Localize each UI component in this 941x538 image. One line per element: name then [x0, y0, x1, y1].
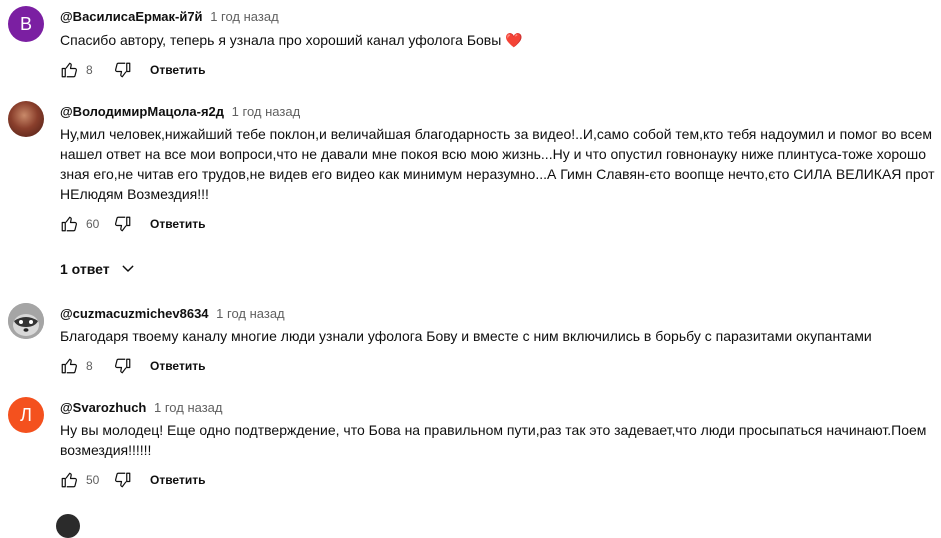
- thumb-up-icon[interactable]: [60, 215, 78, 233]
- thumb-up-icon[interactable]: [60, 357, 78, 375]
- like-count: 60: [86, 217, 100, 231]
- comment-text: Спасибо автору, теперь я узнала про хоро…: [60, 32, 523, 48]
- timestamp[interactable]: 1 год назад: [216, 306, 284, 321]
- author-name[interactable]: @ВолодимирМацола-я2д: [60, 104, 224, 119]
- thumb-down-icon[interactable]: [114, 357, 132, 375]
- like-count: 8: [86, 63, 93, 77]
- avatar-letter: Л: [20, 404, 32, 425]
- thumb-down-icon[interactable]: [114, 471, 132, 489]
- replies-count: 1 ответ: [60, 261, 110, 277]
- comment-toolbar: 60 Ответить: [60, 212, 205, 236]
- reply-button[interactable]: Ответить: [150, 63, 205, 77]
- comment-header: @Svarozhuch 1 год назад: [60, 400, 222, 415]
- comment-text: Ну вы молодец! Еще одно подтверждение, ч…: [60, 422, 927, 458]
- comment-header: @ВасилисаЕрмак-й7й 1 год назад: [60, 9, 279, 24]
- avatar[interactable]: [8, 101, 44, 137]
- author-name[interactable]: @ВасилисаЕрмак-й7й: [60, 9, 203, 24]
- comment-toolbar: 8 Ответить: [60, 354, 205, 378]
- raccoon-avatar-image: [8, 303, 44, 339]
- author-name[interactable]: @Svarozhuch: [60, 400, 146, 415]
- timestamp[interactable]: 1 год назад: [210, 9, 278, 24]
- thumb-down-icon[interactable]: [114, 215, 132, 233]
- comment-header: @cuzmacuzmichev8634 1 год назад: [60, 306, 285, 321]
- comment-toolbar: 50 Ответить: [60, 468, 205, 492]
- like-count: 50: [86, 473, 100, 487]
- avatar[interactable]: В: [8, 6, 44, 42]
- chevron-down-icon: [122, 265, 134, 272]
- reply-button[interactable]: Ответить: [150, 359, 205, 373]
- replies-toggle[interactable]: 1 ответ: [60, 261, 136, 277]
- avatar[interactable]: [8, 303, 44, 339]
- comment-toolbar: 8 Ответить: [60, 58, 205, 82]
- avatar[interactable]: [56, 514, 80, 538]
- author-name[interactable]: @cuzmacuzmichev8634: [60, 306, 209, 321]
- comment-header: @ВолодимирМацола-я2д 1 год назад: [60, 104, 300, 119]
- timestamp[interactable]: 1 год назад: [154, 400, 222, 415]
- comment-text: Благодаря твоему каналу многие люди узна…: [60, 328, 872, 344]
- thumb-down-icon[interactable]: [114, 61, 132, 79]
- thumb-up-icon[interactable]: [60, 61, 78, 79]
- reply-button[interactable]: Ответить: [150, 217, 205, 231]
- reply-button[interactable]: Ответить: [150, 473, 205, 487]
- avatar[interactable]: Л: [8, 397, 44, 433]
- thumb-up-icon[interactable]: [60, 471, 78, 489]
- avatar-letter: В: [19, 13, 32, 34]
- like-count: 8: [86, 359, 93, 373]
- timestamp[interactable]: 1 год назад: [232, 104, 300, 119]
- comment-text: Ну,мил человек,нижайший тебе поклон,и ве…: [60, 126, 935, 202]
